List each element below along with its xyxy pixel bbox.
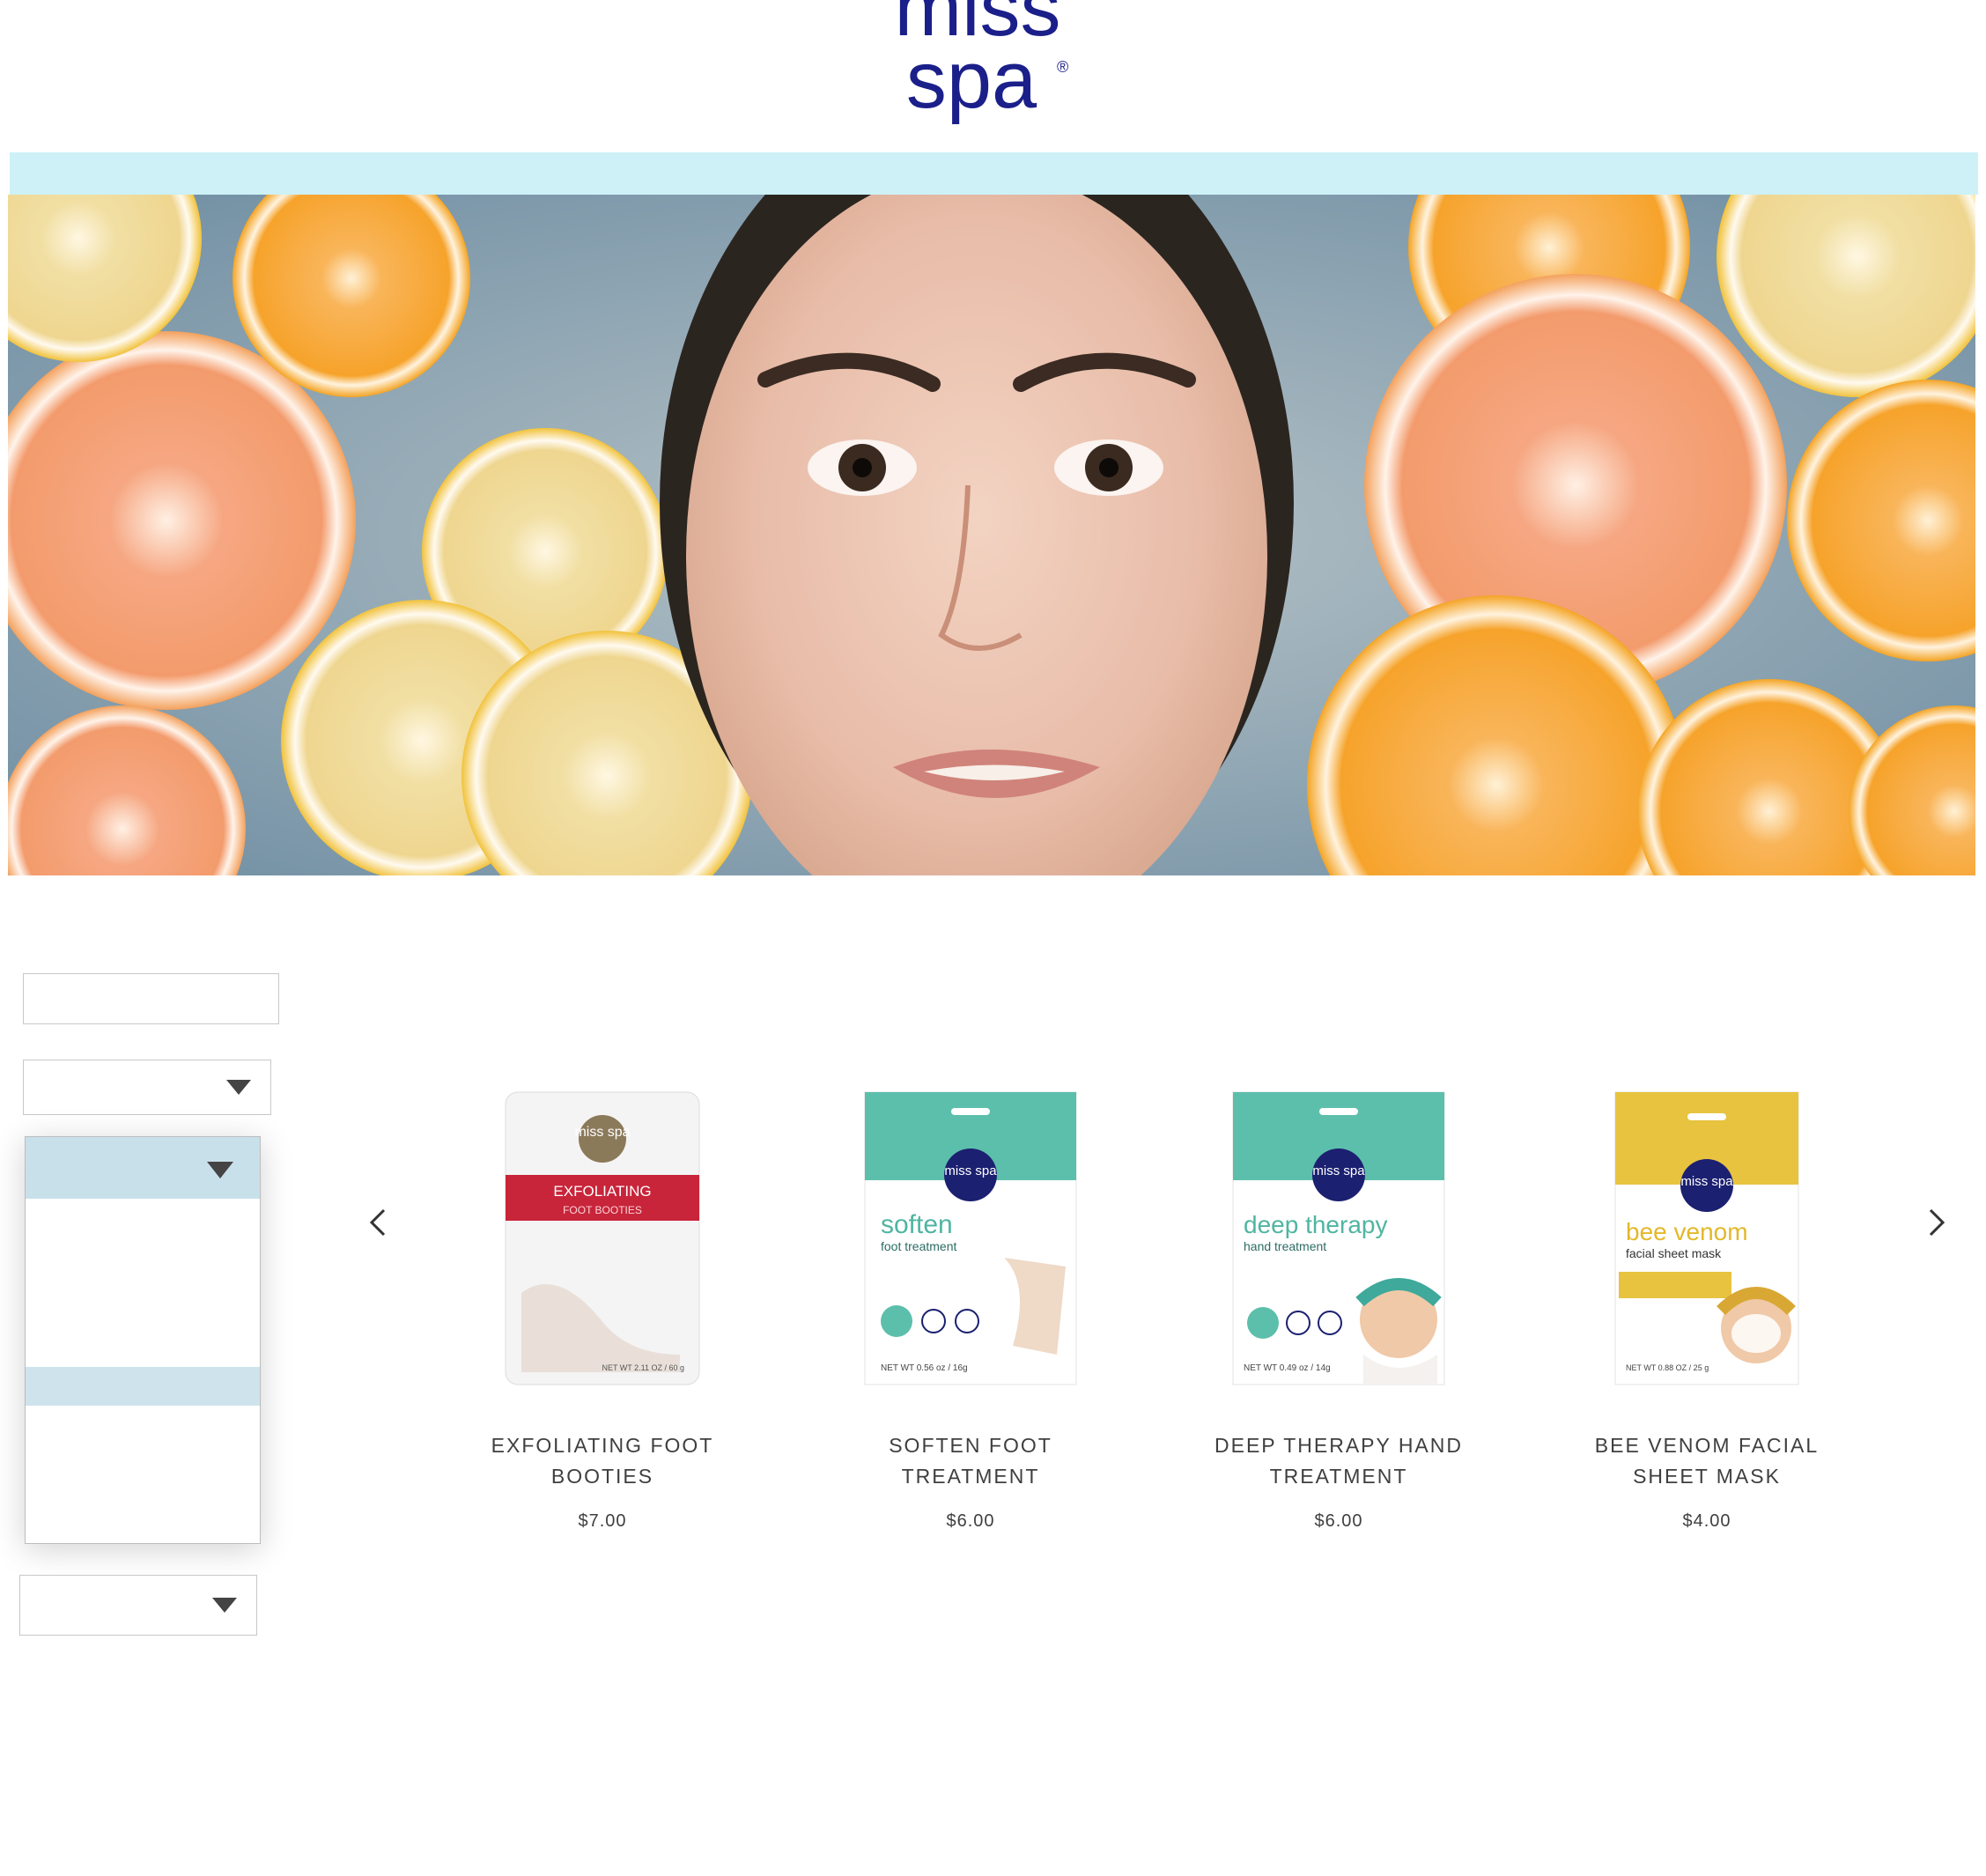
product-price: $6.00 <box>1314 1511 1363 1531</box>
chevron-down-icon <box>212 1597 237 1613</box>
hero-banner <box>8 195 1975 875</box>
filter-dropdown-header[interactable] <box>26 1137 260 1199</box>
product-title[interactable]: BEE VENOM FACIAL SHEET MASK <box>1548 1430 1865 1492</box>
product-card[interactable]: miss spa soften foot treatment NET WT 0.… <box>812 1090 1129 1532</box>
pack-weight-text: NET WT 0.88 OZ / 25 g <box>1626 1363 1709 1372</box>
product-price: $6.00 <box>946 1511 995 1531</box>
product-image-exfoliating-foot-booties[interactable]: miss spa EXFOLIATING FOOT BOOTIES NET WT… <box>504 1090 701 1386</box>
pack-name-text: soften <box>881 1210 953 1239</box>
chevron-down-icon <box>226 1079 251 1095</box>
product-card[interactable]: miss spa EXFOLIATING FOOT BOOTIES NET WT… <box>444 1090 761 1532</box>
chevron-left-icon <box>369 1208 386 1237</box>
product-card[interactable]: miss spa deep therapy hand treatment NET… <box>1180 1090 1497 1532</box>
product-title[interactable]: DEEP THERAPY HAND TREATMENT <box>1180 1430 1497 1492</box>
logo-mark: miss spa ® <box>894 0 1068 125</box>
product-card[interactable]: miss spa bee venom facial sheet mask NET… <box>1548 1090 1865 1532</box>
pack-brand-text: miss spa <box>574 1125 630 1140</box>
pack-brand-text: miss spa <box>944 1163 997 1178</box>
filter-dropdown-open[interactable] <box>25 1136 261 1544</box>
pack-sub-text: FOOT BOOTIES <box>563 1204 642 1216</box>
pack-weight-text: NET WT 0.56 oz / 16g <box>881 1363 968 1373</box>
brand-logo[interactable]: miss spa ® <box>845 0 1110 141</box>
logo-line-2: spa <box>906 35 1037 125</box>
carousel-prev-button[interactable] <box>361 1205 396 1240</box>
hero-photo <box>8 195 1975 875</box>
pack-name-text: EXFOLIATING <box>553 1183 651 1200</box>
chevron-down-icon <box>207 1162 233 1178</box>
product-title[interactable]: SOFTEN FOOT TREATMENT <box>812 1430 1129 1492</box>
product-price: $7.00 <box>578 1511 627 1531</box>
carousel-next-button[interactable] <box>1918 1205 1953 1240</box>
pack-weight-text: NET WT 0.49 oz / 14g <box>1244 1363 1331 1373</box>
search-input[interactable] <box>23 973 279 1024</box>
registered-mark: ® <box>1057 58 1068 76</box>
pack-name-text: deep therapy <box>1244 1211 1387 1238</box>
product-image-bee-venom-facial-sheet-mask[interactable]: miss spa bee venom facial sheet mask NET… <box>1613 1090 1800 1386</box>
dropdown-option-highlighted[interactable] <box>26 1367 260 1406</box>
pack-sub-text: facial sheet mask <box>1626 1246 1722 1260</box>
pack-sub-text: hand treatment <box>1244 1239 1326 1253</box>
pack-name-text: bee venom <box>1626 1218 1748 1245</box>
product-price: $4.00 <box>1682 1511 1731 1531</box>
filter-select-1[interactable] <box>23 1060 271 1115</box>
pack-brand-text: miss spa <box>1312 1163 1365 1178</box>
chevron-right-icon <box>1929 1208 1945 1237</box>
pack-brand-text: miss spa <box>1680 1174 1733 1189</box>
product-image-soften-foot-treatment[interactable]: miss spa soften foot treatment NET WT 0.… <box>863 1090 1078 1386</box>
filter-select-3[interactable] <box>19 1575 257 1636</box>
pack-sub-text: foot treatment <box>881 1239 956 1253</box>
pack-weight-text: NET WT 2.11 OZ / 60 g <box>602 1363 684 1372</box>
product-title[interactable]: EXFOLIATING FOOT BOOTIES <box>444 1430 761 1492</box>
product-image-deep-therapy-hand-treatment[interactable]: miss spa deep therapy hand treatment NET… <box>1231 1090 1446 1386</box>
navigation-bar <box>10 152 1978 195</box>
